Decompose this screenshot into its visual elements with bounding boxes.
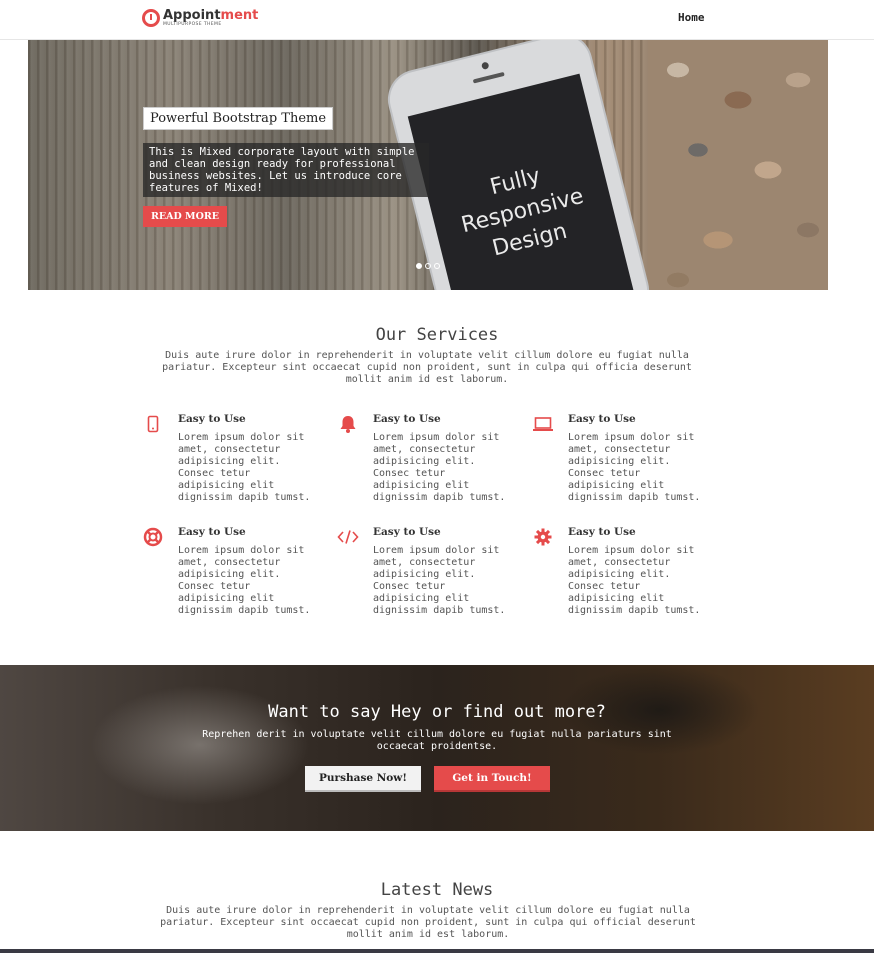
service-text: Lorem ipsum dolor sit amet, consectetur … (178, 545, 311, 616)
service-text: Lorem ipsum dolor sit amet, consectetur … (373, 432, 506, 503)
read-more-button[interactable]: READ MORE (143, 206, 227, 227)
nav-home-link[interactable]: Home (678, 11, 705, 24)
service-title: Easy to Use (373, 526, 441, 538)
mobile-icon (142, 413, 164, 435)
gear-icon (532, 526, 554, 548)
phone-camera (480, 61, 490, 70)
service-title: Easy to Use (568, 526, 636, 538)
service-title: Easy to Use (568, 413, 636, 425)
cta-section: Want to say Hey or find out more? Repreh… (0, 665, 874, 831)
bell-icon (337, 413, 359, 435)
slider-dot-1[interactable] (416, 263, 422, 269)
hero-description: This is Mixed corporate layout with simp… (143, 143, 429, 197)
slider-dots (416, 263, 440, 269)
logo-main-a: Appoint (163, 7, 221, 23)
news-title: Latest News (380, 880, 494, 900)
logo-main-b: ment (220, 7, 259, 23)
site-logo[interactable]: Appointment MULTIPURPOSE THEME (142, 7, 258, 29)
hero-title: Powerful Bootstrap Theme (143, 107, 334, 130)
code-icon (337, 526, 359, 548)
service-text: Lorem ipsum dolor sit amet, consectetur … (568, 545, 701, 616)
services-title: Our Services (375, 325, 499, 345)
logo-subtitle: MULTIPURPOSE THEME (163, 21, 222, 27)
service-text: Lorem ipsum dolor sit amet, consectetur … (373, 545, 506, 616)
service-title: Easy to Use (178, 526, 246, 538)
clock-icon (142, 9, 160, 27)
get-in-touch-button[interactable]: Get in Touch! (434, 766, 550, 792)
site-header: Appointment MULTIPURPOSE THEME Home (0, 0, 874, 40)
service-title: Easy to Use (178, 413, 246, 425)
slider-dot-3[interactable] (434, 263, 440, 269)
lifebuoy-icon (142, 526, 164, 548)
service-text: Lorem ipsum dolor sit amet, consectetur … (568, 432, 701, 503)
news-description: Duis aute irure dolor in reprehenderit i… (160, 905, 696, 940)
slider-dot-2[interactable] (425, 263, 431, 269)
laptop-icon (532, 413, 554, 435)
purchase-now-button[interactable]: Purshase Now! (305, 766, 421, 792)
services-description: Duis aute irure dolor in reprehenderit i… (162, 350, 692, 385)
phone-speaker (472, 71, 505, 84)
phone-screen-text: Fully Responsive Design (458, 163, 587, 262)
logo-text: Appointment MULTIPURPOSE THEME (163, 9, 258, 28)
hero-slider: Fully Responsive Design Powerful Bootstr… (28, 40, 828, 290)
cta-title: Want to say Hey or find out more? (268, 702, 606, 722)
service-text: Lorem ipsum dolor sit amet, consectetur … (178, 432, 311, 503)
pebbles-background (648, 40, 828, 290)
cta-text: Reprehen derit in voluptate velit cillum… (202, 729, 672, 752)
news-strip-edge (0, 949, 874, 953)
service-title: Easy to Use (373, 413, 441, 425)
